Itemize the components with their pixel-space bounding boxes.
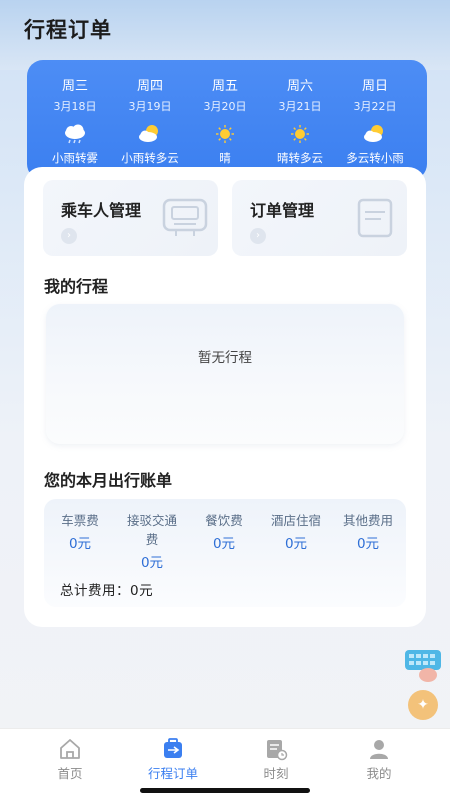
bill-item: 车票费 0元 xyxy=(44,511,116,552)
order-doc-icon xyxy=(351,198,397,242)
sun-icon xyxy=(212,124,238,144)
weather-condition: 小雨转多云 xyxy=(121,151,179,165)
tab-trip-orders[interactable]: 行程订单 xyxy=(128,737,218,782)
weather-weekday: 周四 xyxy=(136,79,163,94)
weather-date: 3月21日 xyxy=(278,100,322,113)
star-icon: ✦ xyxy=(417,697,429,713)
tab-label: 我的 xyxy=(366,766,392,781)
passenger-management-label: 乘车人管理 xyxy=(61,201,142,220)
weather-day-5: 周日 3月22日 多云转小雨 xyxy=(335,60,415,180)
user-icon xyxy=(367,737,391,761)
weather-forecast-card: 周三 3月18日 小雨转雾 周四 3月19日 小雨转多云 周五 3月20日 晴 … xyxy=(27,60,427,180)
floating-service-button[interactable] xyxy=(404,648,444,684)
sun-icon xyxy=(287,124,313,144)
weather-condition: 晴转多云 xyxy=(277,151,323,165)
cloud-rain-icon xyxy=(62,124,88,144)
weather-weekday: 周六 xyxy=(286,79,313,94)
keyboard-hand-icon xyxy=(405,650,441,682)
tab-label: 时刻 xyxy=(263,766,289,781)
bill-item: 餐饮费 0元 xyxy=(188,511,260,552)
chevron-right-icon: › xyxy=(250,228,266,244)
tab-home[interactable]: 首页 xyxy=(25,737,115,782)
bill-item-value: 0元 xyxy=(68,536,92,552)
monthly-bill-panel: 车票费 0元 接驳交通费 0元 餐饮费 0元 酒店住宿 0元 其他费用 0元 总… xyxy=(44,499,406,607)
tab-label: 行程订单 xyxy=(147,766,198,781)
weather-day-3: 周五 3月20日 晴 xyxy=(185,60,265,180)
briefcase-plane-icon xyxy=(161,737,185,761)
weather-day-2: 周四 3月19日 小雨转多云 xyxy=(110,60,190,180)
weather-weekday: 周三 xyxy=(61,79,88,94)
bill-item-name: 酒店住宿 xyxy=(270,513,321,528)
home-icon xyxy=(58,737,82,761)
bill-item-name: 其他费用 xyxy=(342,513,393,528)
bill-item-name: 车票费 xyxy=(61,513,99,528)
weather-date: 3月22日 xyxy=(353,100,397,113)
weather-weekday: 周五 xyxy=(211,79,238,94)
floating-star-button[interactable]: ✦ xyxy=(408,690,438,720)
bill-item-value: 0元 xyxy=(284,536,308,552)
main-content-card: 乘车人管理 › 订单管理 › 我的行程 暂无行程 您的本月出行账单 车票费 0元… xyxy=(24,167,426,627)
weather-date: 3月20日 xyxy=(203,100,247,113)
page-title: 行程订单 xyxy=(24,18,112,42)
tab-profile[interactable]: 我的 xyxy=(334,737,424,782)
bill-item-value: 0元 xyxy=(356,536,380,552)
timetable-icon xyxy=(264,737,288,761)
partly-cloudy-icon xyxy=(362,124,388,144)
order-management-button[interactable]: 订单管理 › xyxy=(232,180,407,256)
weather-day-4: 周六 3月21日 晴转多云 xyxy=(260,60,340,180)
bill-item: 接驳交通费 0元 xyxy=(116,511,188,571)
bill-item-name: 接驳交通费 xyxy=(126,513,177,547)
weather-day-1: 周三 3月18日 小雨转雾 xyxy=(35,60,115,180)
order-management-label: 订单管理 xyxy=(250,201,315,220)
tab-timetable[interactable]: 时刻 xyxy=(231,737,321,782)
tab-label: 首页 xyxy=(57,766,83,781)
weather-date: 3月18日 xyxy=(53,100,97,113)
weather-date: 3月19日 xyxy=(128,100,172,113)
chevron-right-icon: › xyxy=(61,228,77,244)
bill-item-value: 0元 xyxy=(140,555,164,571)
weather-condition: 多云转小雨 xyxy=(346,151,404,165)
weather-condition: 小雨转雾 xyxy=(52,151,98,165)
bill-item: 其他费用 0元 xyxy=(332,511,404,552)
my-trips-panel: 暂无行程 xyxy=(46,304,404,444)
weather-weekday: 周日 xyxy=(361,79,388,94)
bill-total: 总计费用：0元 xyxy=(60,579,153,599)
weather-condition: 晴 xyxy=(219,151,231,165)
bill-total-value: 0元 xyxy=(130,583,154,599)
bill-item-name: 餐饮费 xyxy=(205,513,243,528)
my-trips-title: 我的行程 xyxy=(44,277,109,296)
home-indicator xyxy=(140,788,310,793)
bill-item-value: 0元 xyxy=(212,536,236,552)
passenger-management-button[interactable]: 乘车人管理 › xyxy=(43,180,218,256)
bill-item: 酒店住宿 0元 xyxy=(260,511,332,552)
monthly-bill-title: 您的本月出行账单 xyxy=(44,471,173,490)
passenger-card-icon xyxy=(162,198,208,242)
partly-cloudy-icon xyxy=(137,124,163,144)
bill-total-label: 总计费用： xyxy=(60,583,130,599)
empty-trips-text: 暂无行程 xyxy=(198,350,252,366)
